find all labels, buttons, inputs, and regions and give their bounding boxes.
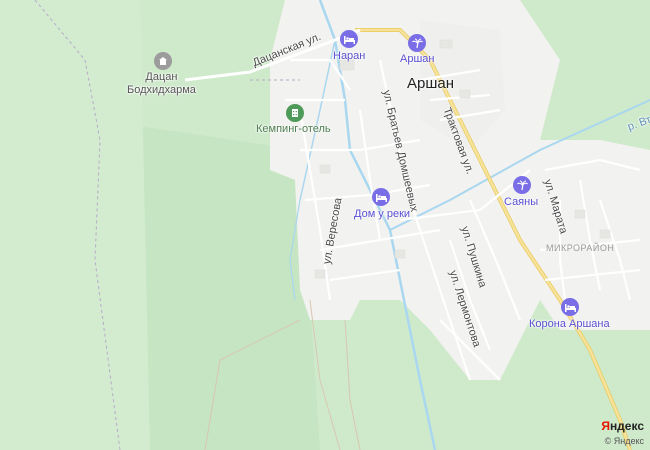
- poi-label-sayany[interactable]: Саяны: [504, 196, 538, 208]
- poi-label-datsan[interactable]: Дацан Бодхидхарма: [127, 71, 196, 97]
- district-label-mikroraion: МИКРОРАЙОН: [546, 243, 615, 253]
- map-base-layer: [0, 0, 650, 450]
- town-label-arshan: Аршан: [407, 75, 455, 92]
- yandex-logo[interactable]: Яндекс: [601, 419, 644, 433]
- bed-icon[interactable]: [372, 188, 390, 206]
- map-canvas[interactable]: Дацанская ул. ул. Братьев Домшеевых Трак…: [0, 0, 650, 450]
- poi-label-arshan-hotel[interactable]: Аршан: [400, 53, 434, 65]
- poi-label-korona-arshana[interactable]: Корона Аршана: [529, 318, 610, 330]
- bed-icon[interactable]: [561, 298, 579, 316]
- poi-label-dom-u-reki[interactable]: Дом у реки: [354, 208, 410, 220]
- poi-label-naran[interactable]: Наран: [333, 50, 365, 62]
- copyright-text[interactable]: © Яндекс: [605, 436, 644, 446]
- poi-label-camping-hotel[interactable]: Кемпинг-отель: [256, 123, 331, 135]
- bed-icon[interactable]: [340, 30, 358, 48]
- palm-tree-icon[interactable]: [408, 34, 426, 52]
- building-icon[interactable]: [286, 104, 304, 122]
- temple-icon[interactable]: [154, 52, 172, 70]
- palm-tree-icon[interactable]: [513, 176, 531, 194]
